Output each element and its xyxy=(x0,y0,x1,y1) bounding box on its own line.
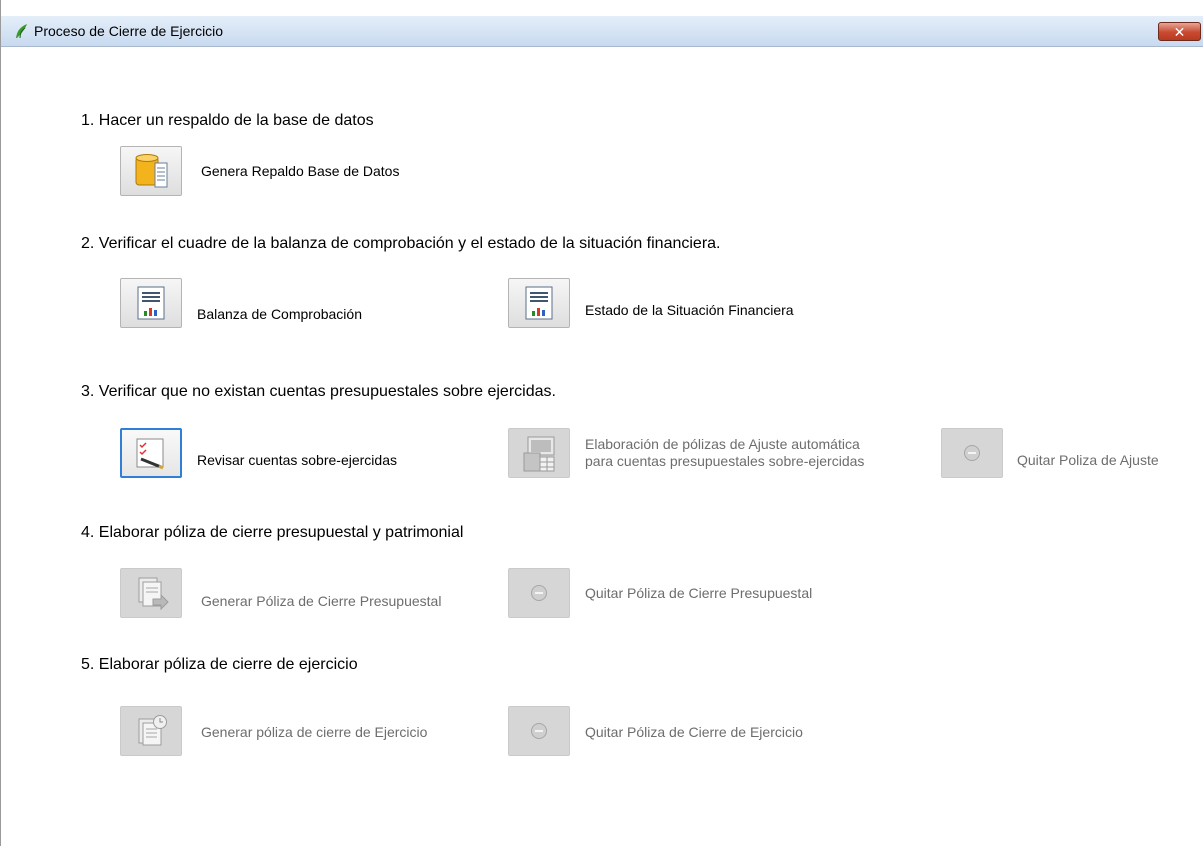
generar-poliza-cierre-presupuestal-label: Generar Póliza de Cierre Presupuestal xyxy=(201,593,442,609)
balanza-comprobacion-button[interactable] xyxy=(120,278,182,328)
step-5-title: 5. Elaborar póliza de cierre de ejercici… xyxy=(81,656,358,673)
elaboracion-polizas-ajuste-button[interactable] xyxy=(508,428,570,478)
document-arrow-icon xyxy=(138,577,169,611)
quitar-poliza-ajuste-label: Quitar Poliza de Ajuste xyxy=(1017,452,1159,468)
quitar-poliza-cierre-ejercicio-button[interactable] xyxy=(508,706,570,756)
step-1-title: 1. Hacer un respaldo de la base de datos xyxy=(81,112,374,129)
revisar-cuentas-label: Revisar cuentas sobre-ejercidas xyxy=(197,452,397,468)
elaboracion-polizas-label-1: Elaboración de pólizas de Ajuste automát… xyxy=(585,436,860,452)
minus-circle-icon xyxy=(531,585,547,601)
backup-database-button[interactable] xyxy=(120,146,182,196)
main-window: Proceso de Cierre de Ejercicio ✕ 1. Hace… xyxy=(0,0,1203,846)
step-4-title: 4. Elaborar póliza de cierre presupuesta… xyxy=(81,524,464,541)
backup-database-label: Genera Repaldo Base de Datos xyxy=(201,163,400,179)
estado-situacion-financiera-button[interactable] xyxy=(508,278,570,328)
step-3-title: 3. Verificar que no existan cuentas pres… xyxy=(81,383,556,400)
quitar-poliza-cierre-presupuestal-button[interactable] xyxy=(508,568,570,618)
top-strip xyxy=(1,0,1203,16)
elaboracion-polizas-label-2: para cuentas presupuestales sobre-ejerci… xyxy=(585,453,865,469)
minus-circle-icon xyxy=(531,723,547,739)
quitar-poliza-cierre-ejercicio-label: Quitar Póliza de Cierre de Ejercicio xyxy=(585,724,803,740)
revisar-cuentas-button[interactable] xyxy=(120,428,182,478)
quitar-poliza-ajuste-button[interactable] xyxy=(941,428,1003,478)
close-button[interactable]: ✕ xyxy=(1158,22,1201,41)
balanza-comprobacion-label: Balanza de Comprobación xyxy=(197,306,362,322)
generar-poliza-cierre-presupuestal-button[interactable] xyxy=(120,568,182,618)
minus-circle-icon xyxy=(964,445,980,461)
estado-situacion-financiera-label: Estado de la Situación Financiera xyxy=(585,302,794,318)
generar-poliza-cierre-ejercicio-button[interactable] xyxy=(120,706,182,756)
title-bar[interactable]: Proceso de Cierre de Ejercicio ✕ xyxy=(1,16,1203,47)
checklist-pencil-icon xyxy=(136,438,164,470)
document-clock-icon xyxy=(138,715,167,746)
quitar-poliza-cierre-presupuestal-label: Quitar Póliza de Cierre Presupuestal xyxy=(585,585,813,601)
report-chart-icon xyxy=(137,286,165,320)
generar-poliza-cierre-ejercicio-label: Generar póliza de cierre de Ejercicio xyxy=(201,724,428,740)
computer-table-icon xyxy=(523,436,555,472)
database-icon xyxy=(135,154,168,188)
step-2-title: 2. Verificar el cuadre de la balanza de … xyxy=(81,235,721,252)
app-leaf-icon xyxy=(16,24,27,39)
report-chart-icon xyxy=(525,286,553,320)
window-title: Proceso de Cierre de Ejercicio xyxy=(34,23,224,39)
